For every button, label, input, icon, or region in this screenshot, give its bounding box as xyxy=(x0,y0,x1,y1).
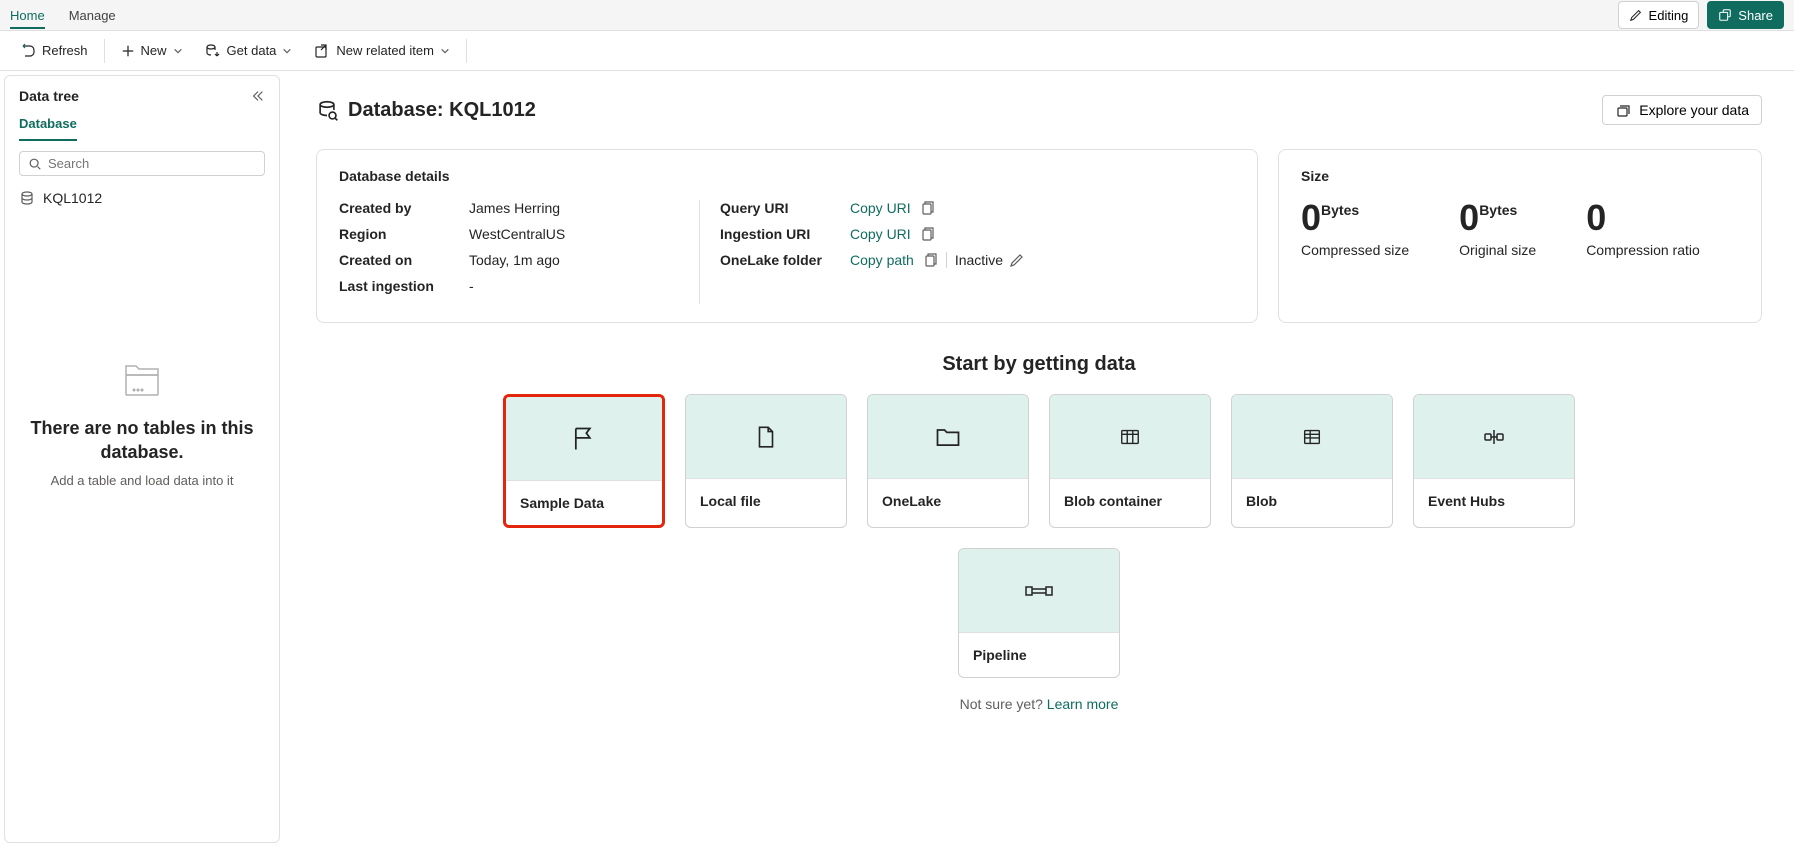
empty-subtitle: Add a table and load data into it xyxy=(25,473,259,488)
card-title: Size xyxy=(1301,168,1739,184)
empty-state: There are no tables in this database. Ad… xyxy=(5,360,279,488)
editing-button[interactable]: Editing xyxy=(1618,1,1700,29)
toolbar-separator xyxy=(466,39,467,63)
pencil-icon xyxy=(1629,8,1643,22)
database-name: KQL1012 xyxy=(43,190,102,206)
tile-blob[interactable]: Blob xyxy=(1231,394,1393,528)
sidebar-title: Data tree xyxy=(19,88,79,104)
tile-event-hubs[interactable]: Event Hubs xyxy=(1413,394,1575,528)
copy-icon[interactable] xyxy=(919,226,935,242)
chevron-down-icon xyxy=(282,46,292,56)
pencil-icon[interactable] xyxy=(1009,252,1025,268)
database-icon xyxy=(19,190,35,206)
collapse-icon[interactable] xyxy=(251,89,265,103)
new-button[interactable]: New xyxy=(111,37,193,65)
page-title: Database: KQL1012 xyxy=(316,99,536,122)
tile-local-file[interactable]: Local file xyxy=(685,394,847,528)
database-details-card: Database details Created byJames Herring… xyxy=(316,149,1258,323)
copy-uri-link[interactable]: Copy URI xyxy=(850,226,911,242)
table-icon xyxy=(1301,426,1323,448)
open-external-icon xyxy=(314,43,330,59)
tab-strip: Home Manage Editing Share xyxy=(0,0,1794,31)
tile-onelake[interactable]: OneLake xyxy=(867,394,1029,528)
grid-icon xyxy=(1119,426,1141,448)
share-button[interactable]: Share xyxy=(1707,1,1784,29)
database-icon xyxy=(316,99,338,121)
chevron-down-icon xyxy=(440,46,450,56)
tile-sample-data[interactable]: Sample Data xyxy=(503,394,665,528)
onelake-status: Inactive xyxy=(955,252,1025,268)
empty-title: There are no tables in this database. xyxy=(25,416,259,465)
copy-uri-link[interactable]: Copy URI xyxy=(850,200,911,216)
search-field[interactable] xyxy=(19,151,265,176)
tile-blob-container[interactable]: Blob container xyxy=(1049,394,1211,528)
metric-original: 0Bytes Original size xyxy=(1459,200,1536,258)
metric-ratio: 0 Compression ratio xyxy=(1586,200,1700,258)
flag-icon xyxy=(570,425,598,453)
database-item[interactable]: KQL1012 xyxy=(5,186,279,210)
stack-icon xyxy=(1615,102,1631,118)
sidebar-tab-database[interactable]: Database xyxy=(19,108,77,141)
file-icon xyxy=(753,424,779,450)
metric-compressed: 0Bytes Compressed size xyxy=(1301,200,1409,258)
pipeline-icon xyxy=(1024,579,1054,603)
tab-home[interactable]: Home xyxy=(10,2,45,29)
copy-icon[interactable] xyxy=(922,252,938,268)
size-card: Size 0Bytes Compressed size 0Bytes Origi… xyxy=(1278,149,1762,323)
toolbar-separator xyxy=(104,39,105,63)
toolbar: Refresh New Get data New related item xyxy=(0,31,1794,71)
share-icon xyxy=(1718,8,1732,22)
plus-icon xyxy=(121,44,135,58)
explore-data-button[interactable]: Explore your data xyxy=(1602,95,1762,125)
search-icon xyxy=(28,157,42,171)
refresh-icon xyxy=(20,43,36,59)
eventhubs-icon xyxy=(1482,425,1506,449)
chevron-down-icon xyxy=(173,46,183,56)
database-download-icon xyxy=(205,43,221,59)
getdata-hint: Not sure yet? Learn more xyxy=(316,696,1762,712)
card-title: Database details xyxy=(339,168,1235,184)
copy-icon[interactable] xyxy=(919,200,935,216)
new-related-button[interactable]: New related item xyxy=(304,37,460,65)
copy-path-link[interactable]: Copy path xyxy=(850,252,914,268)
refresh-button[interactable]: Refresh xyxy=(10,37,98,65)
folder-stack-icon xyxy=(118,360,166,400)
folder-icon xyxy=(934,423,962,451)
tile-pipeline[interactable]: Pipeline xyxy=(958,548,1120,678)
content: Database: KQL1012 Explore your data Data… xyxy=(284,71,1794,847)
sidebar: Data tree Database KQL1012 There are no … xyxy=(4,75,280,843)
getdata-button[interactable]: Get data xyxy=(195,37,303,65)
getdata-heading: Start by getting data xyxy=(316,353,1762,376)
search-input[interactable] xyxy=(48,156,256,171)
learn-more-link[interactable]: Learn more xyxy=(1047,696,1119,712)
tab-manage[interactable]: Manage xyxy=(69,2,116,29)
